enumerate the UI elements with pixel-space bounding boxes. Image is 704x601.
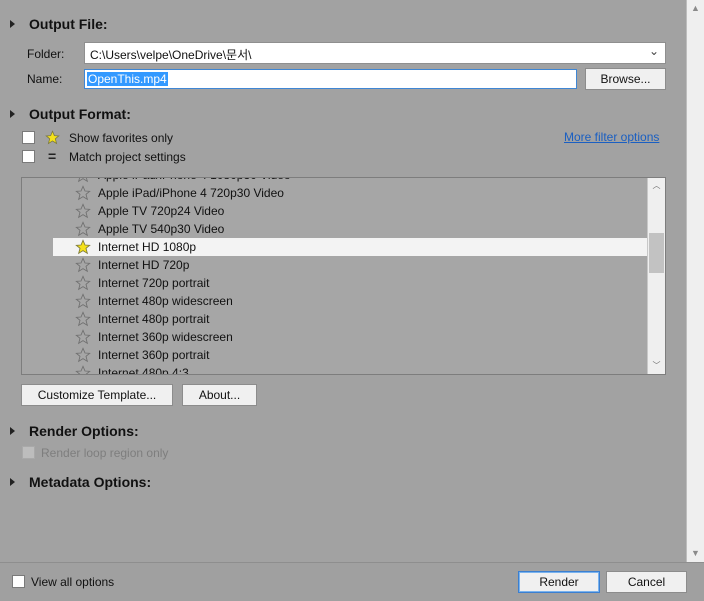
scroll-down-arrow-icon[interactable]: ▼ [687, 545, 704, 562]
render-options-title: Render Options: [29, 423, 139, 439]
star-outline-icon[interactable] [75, 293, 91, 309]
star-outline-icon[interactable] [75, 329, 91, 345]
view-all-options-label: View all options [31, 575, 115, 589]
star-outline-icon[interactable] [75, 311, 91, 327]
metadata-options-header[interactable]: Metadata Options: [10, 474, 151, 490]
view-all-options-checkbox[interactable] [12, 575, 25, 588]
template-row[interactable]: Apple TV 720p24 Video [22, 202, 648, 220]
match-project-label: Match project settings [69, 150, 186, 164]
template-row-label: Internet 480p 4:3 [98, 366, 189, 375]
template-row-label: Apple iPad/iPhone 4 1080p30 Video [98, 178, 291, 182]
star-outline-icon[interactable] [75, 347, 91, 363]
output-format-title: Output Format: [29, 106, 131, 122]
render-loop-region-checkbox[interactable] [22, 446, 35, 459]
scroll-up-arrow-icon[interactable]: ︿ [648, 178, 665, 194]
folder-label: Folder: [27, 47, 65, 61]
customize-template-button[interactable]: Customize Template... [21, 384, 173, 406]
render-options-header[interactable]: Render Options: [10, 423, 139, 439]
folder-combobox[interactable]: C:\Users\velpe\OneDrive\문서\ ⌄ [84, 42, 666, 64]
dialog-scrollbar[interactable]: ▲ ▼ [686, 0, 704, 562]
template-row[interactable]: Internet 720p portrait [22, 274, 648, 292]
template-row[interactable]: Apple iPad/iPhone 4 1080p30 Video [22, 177, 648, 184]
render-dialog-body: Output File: Folder: C:\Users\velpe\OneD… [0, 0, 686, 562]
template-list[interactable]: Apple iPad/iPhone 4 1080p30 Video Apple i… [21, 177, 666, 375]
template-row-label: Internet HD 720p [98, 258, 190, 272]
template-row[interactable]: Internet HD 1080p [53, 238, 648, 256]
output-format-header[interactable]: Output Format: [10, 106, 131, 122]
scroll-down-arrow-icon[interactable]: ﹀ [648, 358, 665, 374]
template-row-label: Internet HD 1080p [98, 240, 197, 254]
template-row-label: Apple TV 720p24 Video [98, 204, 225, 218]
match-project-checkbox[interactable] [22, 150, 35, 163]
output-file-title: Output File: [29, 16, 108, 32]
scroll-thumb[interactable] [649, 233, 664, 273]
template-rows: Apple iPad/iPhone 4 1080p30 Video Apple i… [22, 177, 648, 375]
expand-triangle-icon [10, 478, 15, 486]
template-list-scrollbar[interactable]: ︿ ﹀ [647, 178, 665, 374]
folder-value: C:\Users\velpe\OneDrive\문서\ [90, 48, 252, 62]
more-filter-options-link[interactable]: More filter options [564, 130, 659, 144]
show-favorites-checkbox[interactable] [22, 131, 35, 144]
favorite-star-icon[interactable] [75, 239, 91, 255]
star-outline-icon[interactable] [75, 177, 91, 183]
star-outline-icon[interactable] [75, 221, 91, 237]
star-outline-icon[interactable] [75, 185, 91, 201]
browse-button[interactable]: Browse... [585, 68, 666, 90]
template-row[interactable]: Internet HD 720p [22, 256, 648, 274]
cancel-button[interactable]: Cancel [606, 571, 687, 593]
template-row[interactable]: Internet 360p widescreen [22, 328, 648, 346]
dialog-footer: View all options Render Cancel [0, 562, 704, 601]
show-favorites-label: Show favorites only [69, 131, 174, 145]
output-file-header[interactable]: Output File: [10, 16, 108, 32]
template-row[interactable]: Internet 480p 4:3 [22, 364, 648, 375]
template-row[interactable]: Internet 480p widescreen [22, 292, 648, 310]
scroll-up-arrow-icon[interactable]: ▲ [687, 0, 704, 17]
star-outline-icon[interactable] [75, 275, 91, 291]
equals-icon: = [48, 148, 57, 164]
template-row-label: Apple TV 540p30 Video [98, 222, 225, 236]
template-row[interactable]: Apple TV 540p30 Video [22, 220, 648, 238]
chevron-down-icon[interactable]: ⌄ [649, 44, 659, 58]
star-outline-icon[interactable] [75, 365, 91, 375]
favorite-star-icon [45, 130, 60, 145]
render-button[interactable]: Render [518, 571, 600, 593]
template-row-label: Internet 720p portrait [98, 276, 210, 290]
template-row[interactable]: Internet 480p portrait [22, 310, 648, 328]
template-row[interactable]: Apple iPad/iPhone 4 720p30 Video [22, 184, 648, 202]
template-row-label: Internet 360p widescreen [98, 330, 233, 344]
template-row[interactable]: Internet 360p portrait [22, 346, 648, 364]
template-row-label: Internet 480p widescreen [98, 294, 233, 308]
expand-triangle-icon [10, 110, 15, 118]
expand-triangle-icon [10, 427, 15, 435]
render-loop-region-label: Render loop region only [41, 446, 169, 460]
name-label: Name: [27, 72, 63, 86]
expand-triangle-icon [10, 20, 15, 28]
template-row-label: Internet 360p portrait [98, 348, 210, 362]
about-button[interactable]: About... [182, 384, 257, 406]
metadata-options-title: Metadata Options: [29, 474, 152, 490]
template-row-label: Apple iPad/iPhone 4 720p30 Video [98, 186, 284, 200]
name-input[interactable]: OpenThis.mp4 [84, 69, 577, 89]
star-outline-icon[interactable] [75, 203, 91, 219]
name-value: OpenThis.mp4 [87, 72, 168, 86]
star-outline-icon[interactable] [75, 257, 91, 273]
template-row-label: Internet 480p portrait [98, 312, 210, 326]
